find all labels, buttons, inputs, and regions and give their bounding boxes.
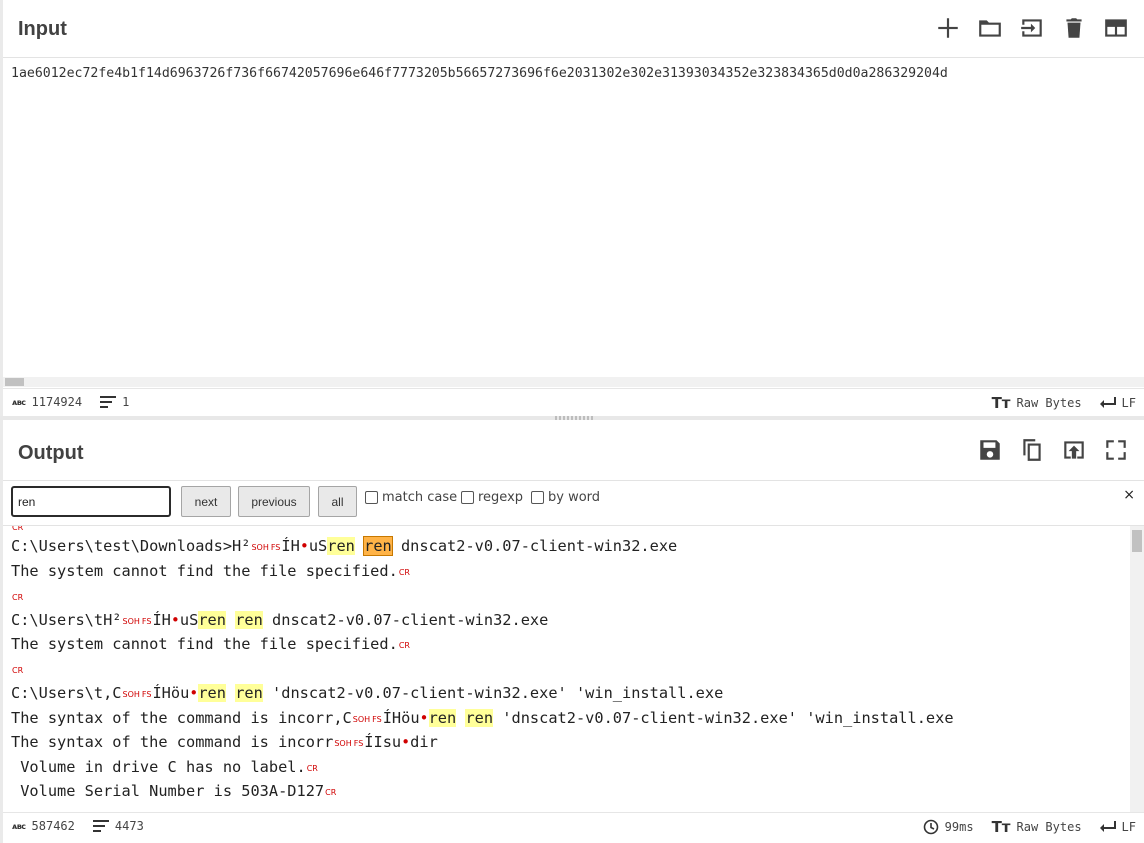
output-line: The system cannot find the file specifie… xyxy=(11,635,410,653)
search-previous-button[interactable]: previous xyxy=(238,486,310,517)
save-icon[interactable] xyxy=(976,436,1004,464)
by-word-box[interactable] xyxy=(531,491,544,504)
by-word-label: by word xyxy=(548,490,601,505)
input-header: Input xyxy=(3,0,1144,58)
output-time: 99ms xyxy=(944,820,974,834)
output-line: CR xyxy=(12,666,24,675)
fullscreen-icon[interactable] xyxy=(1102,436,1130,464)
output-vertical-scrollbar[interactable] xyxy=(1130,526,1144,812)
input-scrollbar-thumb[interactable] xyxy=(5,378,24,386)
input-eol-button[interactable]: LF xyxy=(1099,396,1136,410)
clock-icon xyxy=(923,819,938,835)
output-line: The syntax of the command is incorrSOH FS… xyxy=(11,733,438,751)
current-search-match: ren xyxy=(363,536,393,556)
output-encoding-button[interactable]: Tт Raw Bytes xyxy=(992,818,1082,836)
input-title: Input xyxy=(18,18,67,40)
text-size-icon: Tт xyxy=(991,394,1011,412)
search-match: ren xyxy=(428,709,457,727)
bake-time: 99ms xyxy=(923,819,974,835)
plus-icon[interactable] xyxy=(934,14,962,42)
regexp-label: regexp xyxy=(478,490,524,505)
output-line: Volume in drive C has no label.CR xyxy=(11,758,318,776)
input-lines: 1 xyxy=(122,395,130,409)
return-icon xyxy=(1099,821,1116,832)
output-header: Output xyxy=(3,420,1144,481)
output-line: CR xyxy=(12,593,24,602)
output-lines: 4473 xyxy=(114,819,144,833)
length-icon: ᴀʙᴄ xyxy=(12,821,26,831)
search-match: ren xyxy=(198,611,226,629)
output-search-bar: next previous all match case regexp by w… xyxy=(3,481,1144,526)
replace-input-icon[interactable] xyxy=(1060,436,1088,464)
output-text[interactable]: CR C:\Users\test\Downloads>H²SOH FSÍH•uSr… xyxy=(3,526,1133,812)
output-eol-button[interactable]: LF xyxy=(1099,820,1136,834)
output-line: The system cannot find the file specifie… xyxy=(11,562,410,580)
search-match: ren xyxy=(327,537,355,555)
input-horizontal-scrollbar[interactable] xyxy=(3,377,1144,387)
lines-icon xyxy=(100,396,117,408)
input-eol: LF xyxy=(1121,396,1136,410)
regexp-checkbox[interactable]: regexp xyxy=(461,490,523,505)
output-line: The syntax of the command is incorr,CSOH… xyxy=(11,709,954,727)
input-encoding-button[interactable]: Tт Raw Bytes xyxy=(992,394,1082,412)
search-all-button[interactable]: all xyxy=(318,486,357,517)
match-case-checkbox[interactable]: match case xyxy=(365,490,457,505)
lines-icon xyxy=(92,820,109,832)
search-match: ren xyxy=(198,684,226,702)
output-line: Volume Serial Number is 503A-D127CR xyxy=(11,782,337,800)
input-status-bar: ᴀʙᴄ 1174924 1 Tт Raw Bytes LF xyxy=(3,388,1144,415)
output-eol: LF xyxy=(1121,820,1136,834)
input-textarea[interactable]: 1ae6012ec72fe4b1f14d6963726f736f66742057… xyxy=(11,66,1141,86)
search-next-button[interactable]: next xyxy=(181,486,231,517)
copy-icon[interactable] xyxy=(1018,436,1046,464)
close-search-icon[interactable]: × xyxy=(1123,487,1135,503)
input-length: 1174924 xyxy=(31,395,83,409)
search-match: ren xyxy=(235,684,263,702)
trash-icon[interactable] xyxy=(1060,14,1088,42)
search-match: ren xyxy=(465,709,494,727)
layout-icon[interactable] xyxy=(1102,14,1130,42)
import-icon[interactable] xyxy=(1018,14,1046,42)
output-toolbar xyxy=(976,436,1130,464)
by-word-checkbox[interactable]: by word xyxy=(531,490,600,505)
text-size-icon: Tт xyxy=(991,818,1011,836)
output-pane: Output next previous all match case xyxy=(0,420,1144,843)
input-toolbar xyxy=(934,14,1130,42)
length-icon: ᴀʙᴄ xyxy=(12,397,26,407)
match-case-label: match case xyxy=(382,490,458,505)
output-length: 587462 xyxy=(31,819,75,833)
match-case-box[interactable] xyxy=(365,491,378,504)
output-line: C:\Users\test\Downloads>H²SOH FSÍH•uSren … xyxy=(11,536,678,556)
output-status-bar: ᴀʙᴄ 587462 4473 99ms Tт Raw Bytes LF xyxy=(3,812,1144,843)
return-icon xyxy=(1099,397,1116,408)
output-scrollbar-thumb[interactable] xyxy=(1132,530,1142,552)
input-encoding: Raw Bytes xyxy=(1016,396,1082,410)
output-title: Output xyxy=(18,442,84,464)
folder-icon[interactable] xyxy=(976,14,1004,42)
search-input[interactable] xyxy=(11,486,171,517)
input-pane: Input 1ae6012ec72fe4b1f14d6963726f736f66… xyxy=(0,0,1144,417)
output-encoding: Raw Bytes xyxy=(1016,820,1082,834)
output-line: C:\Users\tH²SOH FSÍH•uSren ren dnscat2-v0… xyxy=(11,611,549,629)
regexp-box[interactable] xyxy=(461,491,474,504)
output-line: C:\Users\t,CSOH FSÍHöu•ren ren 'dnscat2-v… xyxy=(11,684,724,702)
search-match: ren xyxy=(235,611,263,629)
